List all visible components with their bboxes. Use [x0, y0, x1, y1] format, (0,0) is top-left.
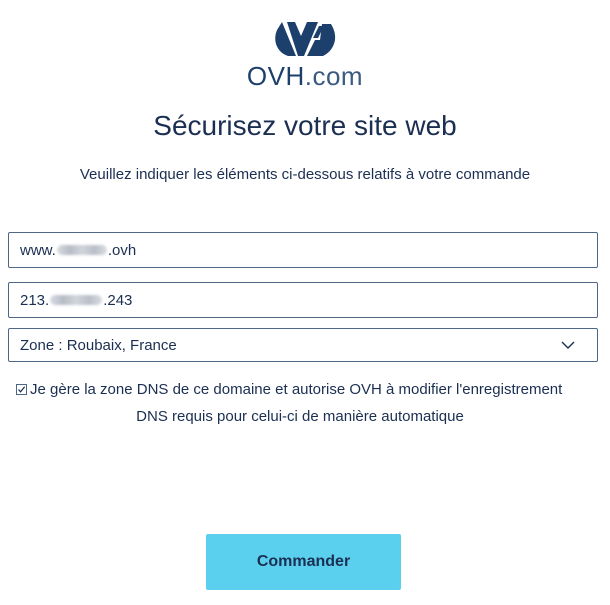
ip-input[interactable]: 213. .243 [8, 282, 598, 318]
chevron-down-icon [561, 341, 575, 349]
dns-consent: Je gère la zone DNS de ce domaine et aut… [16, 376, 600, 430]
ovh-logo-mark-icon [275, 22, 336, 56]
logo-brand-text: OVH [246, 61, 305, 91]
page-title: Sécurisez votre site web [153, 110, 457, 141]
ip-suffix: .243 [103, 291, 133, 309]
zone-select-value: Zone : Roubaix, France [20, 336, 177, 354]
domain-suffix: .ovh [107, 241, 137, 259]
dns-consent-checkbox[interactable] [16, 384, 27, 395]
logo-wordmark: OVH.com [247, 61, 363, 91]
ip-redacted-mask [50, 295, 103, 305]
checkmark-icon [18, 386, 26, 393]
domain-prefix: www. [20, 241, 56, 259]
ovh-logo: OVH.com [0, 20, 610, 91]
dns-consent-label-line2: DNS requis pour celui-ci de manière auto… [136, 408, 464, 425]
logo-tld-text: .com [304, 61, 364, 91]
dns-consent-label-line1: Je gère la zone DNS de ce domaine et aut… [30, 381, 563, 398]
commander-button[interactable]: Commander [206, 534, 401, 590]
ip-prefix: 213. [20, 291, 50, 309]
dns-consent-row: Je gère la zone DNS de ce domaine et aut… [16, 376, 600, 403]
domain-redacted-mask [56, 245, 107, 255]
page-subtitle: Veuillez indiquer les éléments ci-dessou… [79, 166, 531, 183]
zone-select[interactable]: Zone : Roubaix, France [8, 328, 598, 362]
domain-input[interactable]: www. .ovh [8, 232, 598, 268]
order-page: OVH.com Sécurisez votre site web Veuille… [0, 0, 610, 605]
